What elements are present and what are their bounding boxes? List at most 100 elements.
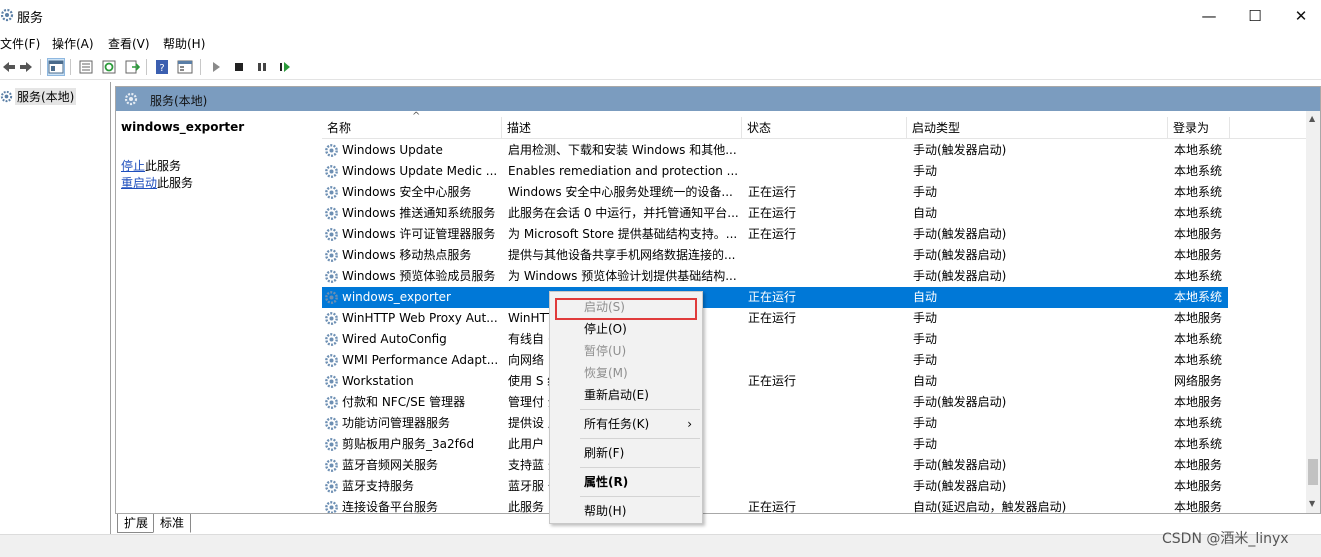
service-description-cell: 为 Microsoft Store 提供基础结构支持。... <box>508 227 738 241</box>
close-icon: ✕ <box>1294 7 1308 25</box>
console-tree-icon <box>48 60 64 74</box>
pause-icon <box>258 63 266 71</box>
service-status-cell <box>748 392 898 413</box>
restart-service-button[interactable] <box>276 58 294 76</box>
service-name-cell: windows_exporter <box>342 290 451 304</box>
table-row[interactable]: 蓝牙支持服务 蓝牙服 备。 手动(触发器启动) 本地服务 <box>322 476 1228 497</box>
refresh-icon <box>102 60 116 74</box>
table-row[interactable]: 功能访问管理器服务 提供设 用功... 手动 本地系统 <box>322 413 1228 434</box>
window-title: 服务 <box>17 11 44 26</box>
pause-service-button[interactable] <box>253 58 271 76</box>
service-name-cell: Windows 推送通知系统服务 <box>342 206 496 220</box>
forward-button[interactable] <box>17 58 35 76</box>
column-header-logon-as[interactable]: 登录为 <box>1168 117 1230 139</box>
tree-item-services-local[interactable]: 服务(本地) <box>0 88 77 105</box>
tab-extended[interactable]: 扩展 <box>117 514 156 533</box>
vertical-scrollbar[interactable]: ▲ ▼ <box>1306 111 1320 513</box>
properties-toolbar-button[interactable] <box>77 58 95 76</box>
scroll-thumb[interactable] <box>1308 459 1318 485</box>
service-logon-cell: 网络服务 <box>1174 374 1223 388</box>
column-header-name[interactable]: 名称 <box>322 117 502 139</box>
menu-item-pause[interactable]: 暂停(U) <box>550 340 702 362</box>
help-toolbar-button[interactable]: ? <box>153 58 171 76</box>
table-row[interactable]: Windows 许可证管理器服务为 Microsoft Store 提供基础结构… <box>322 224 1228 245</box>
menu-action[interactable]: 操作(A) <box>52 35 94 52</box>
table-row[interactable]: Windows 安全中心服务 Windows 安全中心服务处理统一的设备... 正在… <box>322 182 1228 203</box>
service-logon-cell: 本地系统 <box>1174 206 1223 220</box>
title-bar: 服务 — ☐ ✕ <box>0 0 1321 32</box>
menu-item-label: 所有任务(K) <box>584 417 650 431</box>
minimize-button[interactable]: — <box>1186 0 1232 32</box>
service-name-cell: Windows 许可证管理器服务 <box>342 227 496 241</box>
show-hide-console-tree-button[interactable] <box>47 58 65 76</box>
table-row-selected[interactable]: windows_exporter 正在运行 自动 本地系统 <box>322 287 1228 308</box>
table-row[interactable]: Workstation 使用 S 络与... 正在运行 自动 网络服务 <box>322 371 1228 392</box>
view-toolbar-button[interactable] <box>176 58 194 76</box>
service-description-cell: 启用检测、下载和安装 Windows 和其他... <box>508 143 737 157</box>
table-row[interactable]: WinHTTP Web Proxy Aut...WinHTT 并向...正在运行… <box>322 308 1228 329</box>
service-logon-cell: 本地系统 <box>1174 143 1223 157</box>
service-logon-cell: 本地系统 <box>1174 290 1223 304</box>
list-header: ^ 名称 描述 状态 启动类型 登录为 <box>322 111 1306 139</box>
column-header-status[interactable]: 状态 <box>742 117 907 139</box>
column-header-description[interactable]: 描述 <box>502 117 742 139</box>
service-logon-cell: 本地系统 <box>1174 416 1223 430</box>
service-gear-icon <box>325 270 338 283</box>
restart-service-link[interactable]: 重启动 <box>121 176 157 190</box>
service-status-cell <box>748 140 898 161</box>
stop-service-link[interactable]: 停止 <box>121 159 145 173</box>
menu-view[interactable]: 查看(V) <box>108 35 150 52</box>
menu-bar: 文件(F) 操作(A) 查看(V) 帮助(H) <box>0 32 1321 54</box>
menu-help[interactable]: 帮助(H) <box>163 35 205 52</box>
scroll-down-arrow-icon[interactable]: ▼ <box>1309 499 1315 508</box>
menu-item-restart[interactable]: 重新启动(E) <box>550 384 702 406</box>
menu-item-refresh[interactable]: 刷新(F) <box>550 442 702 464</box>
refresh-toolbar-button[interactable] <box>100 58 118 76</box>
tab-standard[interactable]: 标准 <box>153 514 192 533</box>
menu-item-help[interactable]: 帮助(H) <box>550 500 702 522</box>
service-startup-type-cell: 手动 <box>913 437 938 451</box>
service-detail-pane: windows_exporter 停止此服务 重启动此服务 <box>116 111 320 513</box>
service-gear-icon <box>325 375 338 388</box>
table-row[interactable]: Windows 推送通知系统服务 此服务在会话 0 中运行，并托管通知平台... 正… <box>322 203 1228 224</box>
service-status-cell: 正在运行 <box>748 206 797 220</box>
close-button[interactable]: ✕ <box>1278 0 1321 32</box>
table-row[interactable]: Windows 预览体验成员服务为 Windows 预览体验计划提供基础结构..… <box>322 266 1228 287</box>
service-status-cell <box>748 266 898 287</box>
start-service-button[interactable] <box>207 58 225 76</box>
table-row[interactable]: WMI Performance Adapt...向网络 Mana...手动本地系… <box>322 350 1228 371</box>
toolbar-separator <box>200 59 201 75</box>
export-list-button[interactable] <box>123 58 141 76</box>
service-status-cell <box>748 329 898 350</box>
highlight-annotation-box <box>555 298 697 320</box>
service-description-cell: 提供与其他设备共享手机网络数据连接的... <box>508 248 736 262</box>
column-header-startup-type[interactable]: 启动类型 <box>907 117 1168 139</box>
menu-item-all-tasks[interactable]: 所有任务(K) › <box>550 413 702 435</box>
service-name-cell: WMI Performance Adapt... <box>342 353 499 367</box>
table-row[interactable]: 付款和 NFC/SE 管理器 管理付 全元... 手动(触发器启动) 本地服务 <box>322 392 1228 413</box>
maximize-icon: ☐ <box>1248 7 1262 25</box>
table-row[interactable]: Windows Update Medic ... Enables remediat… <box>322 161 1228 182</box>
table-row[interactable]: Wired AutoConfig 有线自 (以... 手动 本地系统 <box>322 329 1228 350</box>
service-description-cell: 为 Windows 预览体验计划提供基础结构... <box>508 269 737 283</box>
table-row[interactable]: 剪贴板用户服务_3a2f6d 此用户 手动 本地系统 <box>322 434 1228 455</box>
service-startup-type-cell: 手动(触发器启动) <box>913 458 1007 472</box>
service-name-cell: Workstation <box>342 374 414 388</box>
status-bar <box>0 534 1321 557</box>
stop-service-button[interactable] <box>230 58 248 76</box>
back-button[interactable] <box>0 58 18 76</box>
service-status-cell: 正在运行 <box>748 311 797 325</box>
table-row[interactable]: Windows Update 启用检测、下载和安装 Windows 和其他... 手… <box>322 140 1228 161</box>
menu-item-stop[interactable]: 停止(O) <box>550 318 702 340</box>
menu-item-properties[interactable]: 属性(R) <box>550 471 702 493</box>
menu-file[interactable]: 文件(F) <box>0 35 40 52</box>
table-row[interactable]: 蓝牙音频网关服务 支持蓝 务。 手动(触发器启动) 本地服务 <box>322 455 1228 476</box>
view-tabs: 扩展 标准 <box>115 514 1321 534</box>
service-status-cell <box>748 413 898 434</box>
maximize-button[interactable]: ☐ <box>1232 0 1278 32</box>
table-row[interactable]: 连接设备平台服务 此服务 正在运行 自动(延迟启动，触发器启动) 本地服务 <box>322 497 1228 513</box>
table-row[interactable]: Windows 移动热点服务 提供与其他设备共享手机网络数据连接的... 手动(触发… <box>322 245 1228 266</box>
view-pane-icon <box>177 60 193 74</box>
scroll-up-arrow-icon[interactable]: ▲ <box>1309 114 1315 123</box>
menu-item-resume[interactable]: 恢复(M) <box>550 362 702 384</box>
